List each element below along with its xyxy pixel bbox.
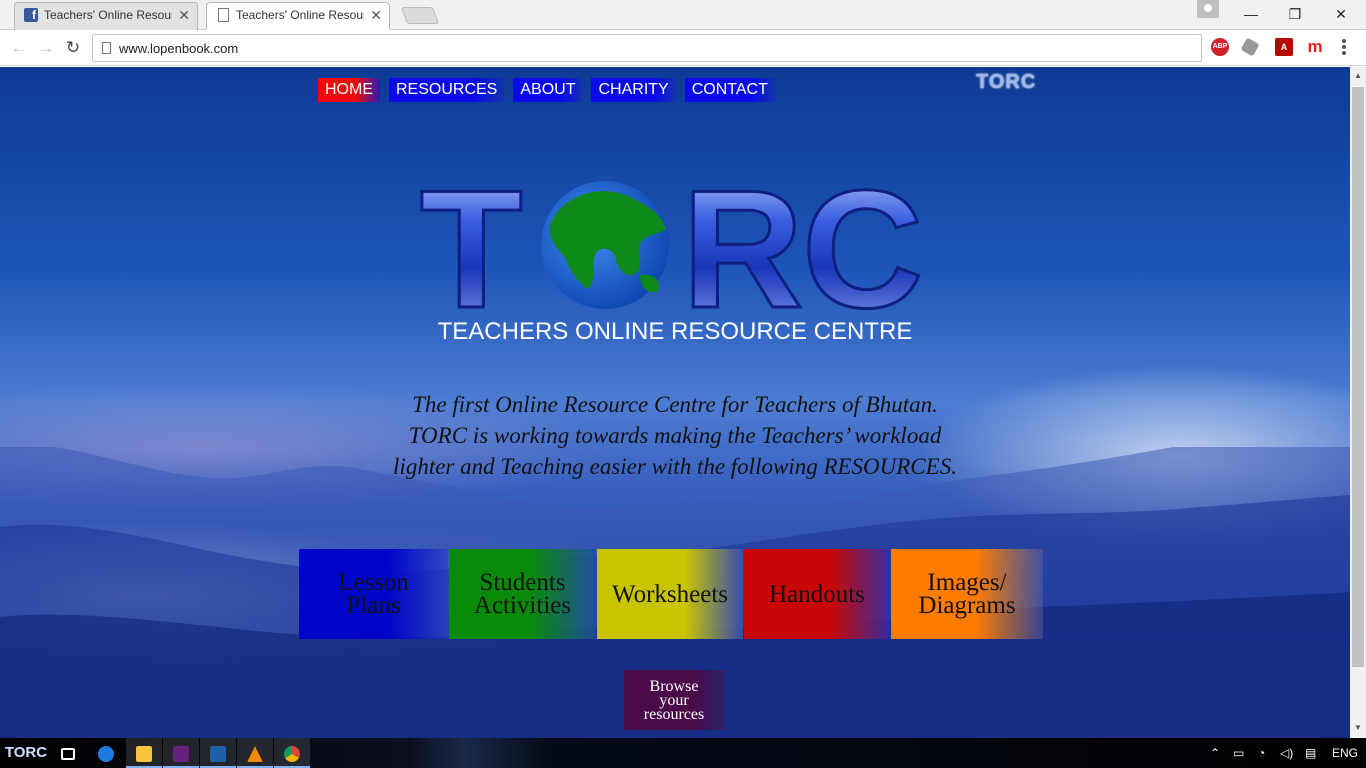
browse-resources-button[interactable]: Browse your resources — [624, 670, 724, 730]
pdf-icon[interactable]: A — [1275, 38, 1293, 56]
vertical-scrollbar[interactable]: ▲ ▼ — [1350, 67, 1366, 738]
facebook-icon: f — [24, 8, 38, 22]
intro-text: The first Online Resource Centre for Tea… — [0, 389, 1350, 482]
tab-close-icon[interactable]: ✕ — [370, 2, 382, 28]
tab-lopenbook[interactable]: Teachers' Online Resourc ✕ — [206, 2, 390, 30]
torc-logo: T R C — [420, 179, 925, 314]
intro-line-3: lighter and Teaching easier with the fol… — [393, 454, 957, 479]
tab-close-icon[interactable]: ✕ — [178, 2, 190, 28]
logo-letter-r: R — [682, 179, 803, 314]
page-info-icon[interactable] — [102, 42, 111, 54]
images-diagrams-card[interactable]: Images/Diagrams — [891, 549, 1043, 639]
vlc-icon[interactable] — [237, 738, 273, 768]
card-label: Handouts — [769, 580, 865, 608]
profile-icon[interactable] — [1197, 0, 1219, 18]
lesson-plans-card[interactable]: Lesson Plans — [299, 549, 448, 639]
menu-icon[interactable] — [1342, 39, 1346, 55]
globe-icon — [541, 181, 669, 309]
browse-label: resources — [643, 706, 705, 723]
new-tab-button[interactable] — [400, 7, 440, 24]
chrome-icon[interactable] — [274, 738, 310, 768]
card-label: Diagrams — [918, 592, 1016, 619]
handouts-card[interactable]: Handouts — [744, 549, 890, 639]
page-viewport: HOME RESOURCES ABOUT CHARITY CONTACT TOR… — [0, 67, 1350, 738]
card-label: Students — [479, 569, 566, 596]
back-arrow-icon[interactable]: ← — [8, 37, 30, 59]
edge-icon[interactable] — [88, 738, 124, 768]
reload-icon[interactable]: ↻ — [62, 37, 84, 59]
students-activities-card[interactable]: Students Activities — [449, 549, 596, 639]
browser-toolbar: ← → ↻ ABP A m — [0, 30, 1366, 66]
card-label: Plans — [346, 592, 401, 619]
torc-homepage: HOME RESOURCES ABOUT CHARITY CONTACT TOR… — [0, 67, 1350, 738]
card-label: Images/ — [927, 569, 1007, 596]
battery-icon[interactable]: ▭ — [1233, 738, 1244, 768]
language-indicator[interactable]: ENG — [1332, 738, 1358, 768]
site-tagline: TEACHERS ONLINE RESOURCE CENTRE — [437, 318, 913, 345]
action-center-icon[interactable]: ▤ — [1305, 738, 1316, 768]
small-torc-logo[interactable]: TORC — [976, 71, 1036, 94]
file-explorer-icon[interactable] — [126, 738, 162, 768]
address-bar[interactable] — [92, 34, 1202, 62]
restore-button[interactable]: ❐ — [1272, 0, 1318, 30]
windows-taskbar: TORC ⌃ ▭ ◔ ◁) ▤ ENG — [0, 738, 1366, 768]
task-view-icon[interactable] — [50, 738, 86, 768]
url-input[interactable] — [119, 37, 1179, 59]
card-label: Worksheets — [611, 580, 728, 608]
adblock-icon[interactable]: ABP — [1211, 38, 1229, 56]
logo-letter-t: T — [420, 179, 523, 314]
tab-title: Teachers' Online Resourc — [236, 8, 364, 22]
resource-cards: Lesson Plans Students Activities Worksheet… — [299, 549, 1044, 639]
nav-about[interactable]: ABOUT — [513, 78, 583, 102]
volume-icon[interactable]: ◁) — [1280, 738, 1293, 768]
scroll-down-icon[interactable]: ▼ — [1350, 723, 1366, 732]
tab-facebook[interactable]: f Teachers' Online Resourc ✕ — [14, 2, 198, 30]
minimize-button[interactable]: — — [1228, 0, 1274, 30]
tab-strip: f Teachers' Online Resourc ✕ Teachers' O… — [0, 0, 1366, 30]
forward-arrow-icon[interactable]: → — [35, 37, 57, 59]
card-label: Activities — [473, 592, 572, 619]
show-hidden-icons[interactable]: ⌃ — [1210, 738, 1220, 768]
scroll-up-icon[interactable]: ▲ — [1350, 71, 1366, 80]
card-label: Lesson — [338, 569, 409, 596]
visual-studio-icon[interactable] — [163, 738, 199, 768]
nav-contact[interactable]: CONTACT — [684, 78, 775, 102]
start-button[interactable]: TORC — [0, 738, 52, 768]
nav-home[interactable]: HOME — [318, 78, 380, 102]
extension-cube-icon[interactable] — [1240, 37, 1260, 57]
tab-title: Teachers' Online Resourc — [44, 8, 172, 22]
worksheets-card[interactable]: Worksheets — [597, 549, 743, 639]
scrollbar-thumb[interactable] — [1352, 87, 1364, 667]
powershell-icon[interactable] — [200, 738, 236, 768]
nav-charity[interactable]: CHARITY — [591, 78, 676, 102]
site-navigation: HOME RESOURCES ABOUT CHARITY CONTACT — [318, 78, 784, 102]
wifi-icon[interactable]: ◔ — [1258, 738, 1265, 768]
intro-line-2: TORC is working towards making the Teach… — [408, 423, 942, 448]
mendeley-icon[interactable]: m — [1306, 38, 1324, 56]
page-icon — [218, 8, 229, 22]
logo-letter-c: C — [802, 179, 923, 314]
close-window-button[interactable]: ✕ — [1318, 0, 1364, 30]
intro-line-1: The first Online Resource Centre for Tea… — [412, 392, 938, 417]
nav-resources[interactable]: RESOURCES — [389, 78, 505, 102]
